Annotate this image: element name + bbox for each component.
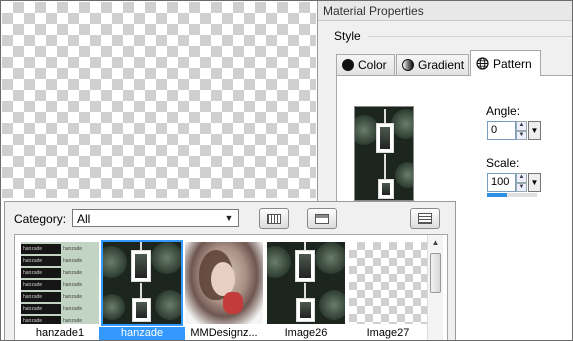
pattern-thumbnail (101, 240, 183, 326)
folder-icon (315, 213, 329, 224)
gradient-circle-icon (402, 59, 414, 71)
thumbnail-label: Image27 (366, 327, 410, 339)
category-select[interactable]: All ▼ (72, 209, 239, 227)
scale-label: Scale: (486, 156, 520, 170)
pattern-thumbnail (185, 242, 263, 324)
view-thumbnails-button[interactable] (259, 208, 289, 229)
grid-view-button[interactable] (410, 208, 440, 229)
tab-gradient[interactable]: Gradient (396, 54, 469, 75)
black-circle-icon (342, 59, 354, 71)
scale-slider[interactable] (487, 193, 537, 197)
thumbnail-label: hanzade1 (35, 327, 85, 339)
scale-up-arrow-icon[interactable]: ▲ (516, 173, 527, 183)
thumbnail-label: Image26 (284, 327, 328, 339)
angle-up-arrow-icon[interactable]: ▲ (516, 121, 527, 131)
pattern-thumbnail (349, 242, 427, 324)
pattern-thumbnail-list: hanzade hanzade hanzade hanzade hanzade han… (14, 234, 448, 340)
material-properties-dialog: Material Properties Style Color Gradient… (317, 1, 572, 201)
tab-pattern[interactable]: Pattern (470, 50, 541, 76)
scrollbar-thumb[interactable] (430, 253, 441, 293)
angle-dropdown-arrow-icon[interactable]: ▼ (528, 121, 541, 140)
globe-icon (476, 57, 489, 70)
list-item[interactable]: MMDesignz... (185, 242, 263, 339)
category-value: All (77, 212, 91, 226)
tab-color[interactable]: Color (336, 54, 395, 75)
scale-slider-fill (487, 193, 507, 197)
scale-dropdown-arrow-icon[interactable]: ▼ (528, 173, 541, 192)
grid-icon (418, 213, 432, 224)
scale-spinner[interactable]: 100 ▲ ▼ ▼ (487, 173, 542, 192)
list-item[interactable]: hanzade hanzade hanzade hanzade hanzade han… (21, 242, 99, 339)
scroll-up-arrow-icon[interactable]: ▲ (428, 235, 443, 251)
chevron-down-icon: ▼ (224, 213, 234, 223)
style-divider (368, 36, 572, 37)
film-strip-icon (267, 213, 281, 224)
list-item[interactable]: Image26 (267, 242, 345, 339)
thumbnail-label: hanzade (99, 327, 185, 340)
tab-gradient-label: Gradient (418, 58, 465, 72)
style-group-label: Style (334, 29, 361, 43)
angle-down-arrow-icon[interactable]: ▼ (516, 130, 527, 140)
pattern-preview[interactable] (354, 106, 414, 201)
tab-pattern-label: Pattern (493, 56, 532, 71)
scale-down-arrow-icon[interactable]: ▼ (516, 182, 527, 192)
angle-input[interactable]: 0 (487, 121, 516, 140)
dialog-title: Material Properties (318, 1, 572, 21)
angle-label: Angle: (486, 104, 521, 118)
tab-color-label: Color (358, 58, 387, 72)
thumbnail-scrollbar[interactable]: ▲ (427, 235, 443, 340)
thumbnail-label: MMDesignz... (190, 327, 258, 339)
list-item[interactable]: Image27 (349, 242, 427, 339)
app-window: Material Properties Style Color Gradient… (0, 0, 573, 341)
pattern-thumbnail (267, 242, 345, 324)
pattern-browser-popup: Category: All ▼ hanzade hanzade hanzade ha… (4, 201, 456, 340)
scale-input[interactable]: 100 (487, 173, 516, 192)
list-item[interactable]: hanzade (99, 240, 185, 340)
category-label: Category: (14, 212, 67, 226)
angle-spinner[interactable]: 0 ▲ ▼ ▼ (487, 121, 542, 140)
transparent-canvas[interactable] (2, 2, 316, 198)
pattern-thumbnail: hanzade hanzade hanzade hanzade hanzade han… (21, 242, 99, 324)
open-folder-button[interactable] (307, 208, 337, 229)
